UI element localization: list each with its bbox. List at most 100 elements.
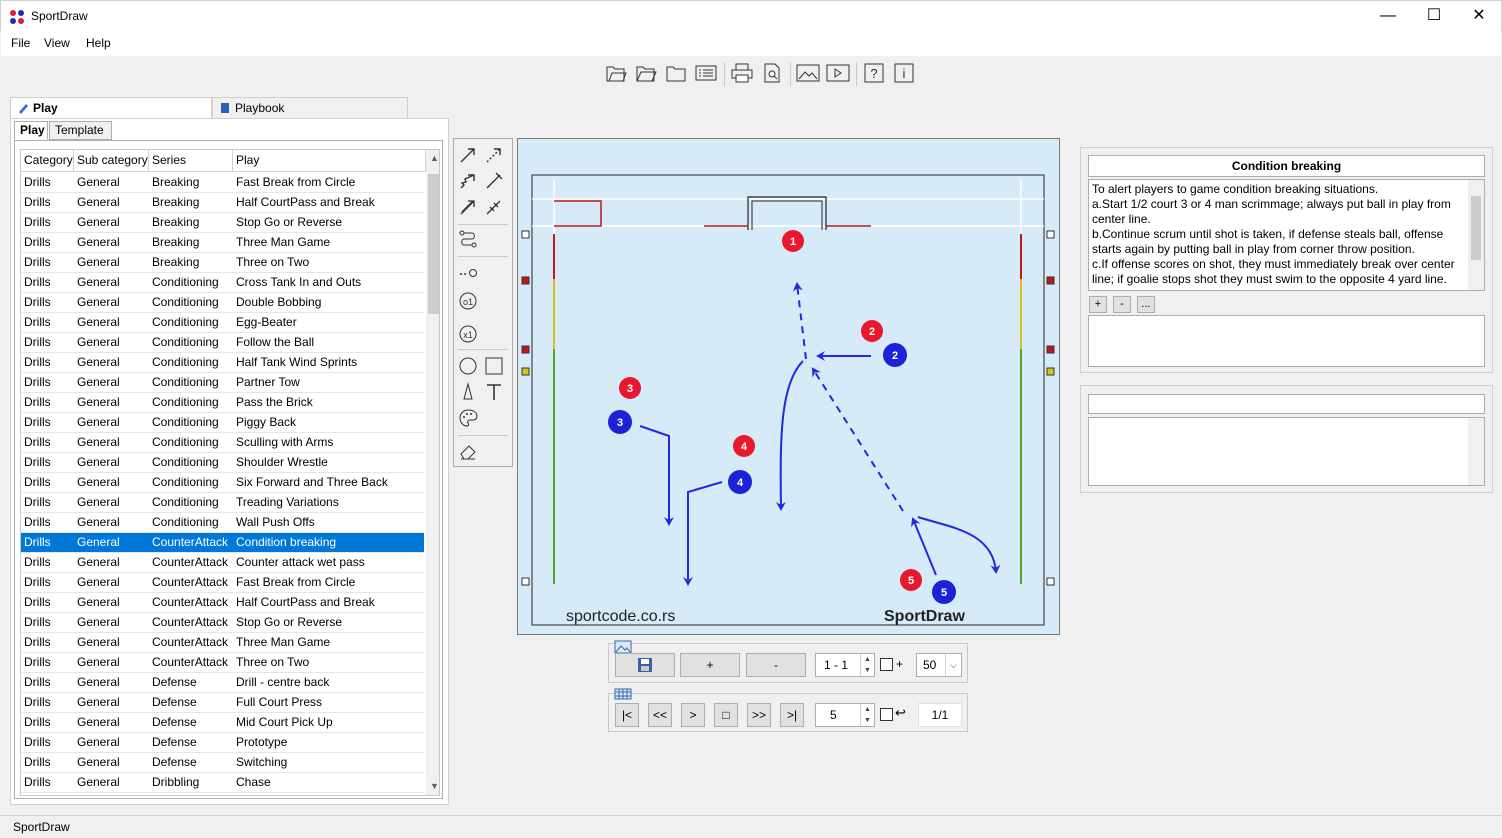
table-row[interactable]: Drills General CounterAttack Condition brea… (21, 533, 424, 553)
red-players[interactable]: 1 2 3 4 5 (619, 230, 922, 591)
table-row[interactable]: Drills General CounterAttack Half CourtPass… (21, 593, 424, 613)
table-row[interactable]: Drills General Conditioning Shoulder Wrestl… (21, 453, 424, 473)
help-icon[interactable]: ? (861, 60, 887, 86)
table-row[interactable]: Drills General Breaking Fast Break from Cir… (21, 173, 424, 193)
menu-view[interactable]: View (44, 36, 70, 50)
spin-arrows-icon[interactable]: ▲ ▼ (860, 654, 874, 676)
screen-icon[interactable] (482, 195, 506, 219)
ball-path-icon[interactable] (456, 260, 480, 284)
table-row[interactable]: Drills General Conditioning Egg-Beater (21, 313, 424, 333)
scroll-thumb[interactable] (428, 174, 439, 314)
play-title[interactable]: Condition breaking (1088, 155, 1485, 177)
maximize-button[interactable]: ☐ (1411, 1, 1457, 32)
cone-icon[interactable] (456, 380, 480, 404)
table-row[interactable]: Drills General Conditioning Pass the Brick (21, 393, 424, 413)
comment-title-input[interactable] (1088, 394, 1485, 414)
minimize-button[interactable]: — (1365, 1, 1411, 32)
repeat-checkbox[interactable] (880, 708, 893, 721)
print-preview-icon[interactable] (759, 60, 785, 86)
speed-stepper[interactable]: 5 ▲ ▼ (815, 703, 875, 727)
menu-file[interactable]: File (11, 36, 30, 50)
image-icon[interactable] (795, 60, 821, 86)
scroll-down-icon[interactable]: ▼ (426, 778, 439, 795)
column-series[interactable]: Series (149, 150, 233, 172)
table-scrollbar[interactable]: ▲ ▼ (426, 150, 439, 795)
table-row[interactable]: Drills General Defense Drill - centre back (21, 673, 424, 693)
table-row[interactable]: Drills General Conditioning Sculling with A… (21, 433, 424, 453)
table-row[interactable]: Drills General Dribbling Chase (21, 773, 424, 793)
info-icon[interactable]: i (891, 60, 917, 86)
scroll-thumb[interactable] (1471, 196, 1481, 260)
folder-icon[interactable] (663, 60, 689, 86)
chevron-down-icon[interactable]: ⌵ (945, 654, 961, 676)
column-category[interactable]: Category (21, 150, 74, 172)
table-row[interactable]: Drills General Conditioning Partner Tow (21, 373, 424, 393)
column-sub-category[interactable]: Sub category (74, 150, 149, 172)
frame-loop-checkbox[interactable] (880, 658, 893, 671)
table-row[interactable]: Drills General Breaking Three Man Game (21, 233, 424, 253)
table-row[interactable]: Drills General Defense Mid Court Pick Up (21, 713, 424, 733)
tab-play[interactable]: Play (10, 97, 212, 118)
table-row[interactable]: Drills General Conditioning Wall Push Offs (21, 513, 424, 533)
comment-scrollbar[interactable] (1468, 418, 1484, 485)
comment-textarea[interactable] (1088, 417, 1485, 486)
table-row[interactable]: Drills General Conditioning Follow the Ball (21, 333, 424, 353)
column-play[interactable]: Play (233, 150, 426, 172)
table-row[interactable]: Drills General Conditioning Treading Variat… (21, 493, 424, 513)
player-defense-icon[interactable]: x1 (456, 322, 480, 346)
subtab-template[interactable]: Template (49, 121, 112, 140)
arrow-zigzag-icon[interactable] (456, 169, 480, 193)
notes-textarea[interactable] (1088, 315, 1485, 367)
drawing-canvas[interactable]: 1 2 3 4 5 2 3 4 5 sportcode.co.rs SportD… (517, 138, 1060, 635)
first-frame-button[interactable]: |< (615, 703, 639, 727)
remove-note-button[interactable]: - (1113, 296, 1131, 313)
frame-range-stepper[interactable]: 1 - 1 ▲ ▼ (815, 653, 875, 677)
stop-button[interactable]: □ (714, 703, 738, 727)
add-frame-button[interactable]: + (680, 653, 740, 677)
video-icon[interactable] (825, 60, 851, 86)
table-row[interactable]: Drills General CounterAttack Fast Break fro… (21, 573, 424, 593)
table-row[interactable]: Drills General Conditioning Piggy Back (21, 413, 424, 433)
eraser-icon[interactable] (456, 439, 480, 463)
palette-icon[interactable] (456, 406, 480, 430)
table-row[interactable]: Drills General Breaking Stop Go or Reverse (21, 213, 424, 233)
play-button[interactable]: > (681, 703, 705, 727)
circle-icon[interactable] (456, 354, 480, 378)
table-row[interactable]: Drills General Conditioning Cross Tank In a… (21, 273, 424, 293)
arrow-double-icon[interactable] (456, 195, 480, 219)
rectangle-icon[interactable] (482, 354, 506, 378)
arrow-block-icon[interactable] (482, 169, 506, 193)
remove-frame-button[interactable]: - (746, 653, 806, 677)
zoom-select[interactable]: 50 ⌵ (916, 653, 962, 677)
arrow-dashed-icon[interactable] (482, 143, 506, 167)
more-button[interactable]: ... (1137, 296, 1155, 313)
table-row[interactable]: Drills General CounterAttack Three on Two (21, 653, 424, 673)
table-row[interactable]: Drills General Defense Full Court Press (21, 693, 424, 713)
arrow-solid-icon[interactable] (456, 143, 480, 167)
list-icon[interactable] (693, 60, 719, 86)
table-row[interactable]: Drills General CounterAttack Stop Go or Rev… (21, 613, 424, 633)
table-row[interactable]: Drills General Defense Switching (21, 753, 424, 773)
play-description[interactable]: To alert players to game condition break… (1088, 179, 1485, 291)
table-row[interactable]: Drills General Conditioning Six Forward and… (21, 473, 424, 493)
open-file-icon[interactable] (603, 60, 629, 86)
table-row[interactable]: Drills General CounterAttack Counter attack… (21, 553, 424, 573)
description-scrollbar[interactable] (1468, 180, 1484, 290)
add-note-button[interactable]: + (1089, 296, 1107, 313)
subtab-play[interactable]: Play (14, 121, 48, 140)
menu-help[interactable]: Help (86, 36, 111, 50)
fast-forward-button[interactable]: >> (747, 703, 771, 727)
print-icon[interactable] (729, 60, 755, 86)
table-row[interactable]: Drills General Conditioning Half Tank Wind … (21, 353, 424, 373)
table-row[interactable]: Drills General Breaking Half CourtPass and … (21, 193, 424, 213)
last-frame-button[interactable]: >| (780, 703, 804, 727)
close-button[interactable]: ✕ (1456, 1, 1502, 32)
pool-diagram[interactable]: 1 2 3 4 5 2 3 4 5 sportcode.co.rs SportD… (518, 139, 1059, 634)
curve-icon[interactable] (456, 227, 480, 251)
tab-playbook[interactable]: Playbook (212, 97, 408, 118)
open-folder-icon[interactable] (633, 60, 659, 86)
table-row[interactable]: Drills General Defense Prototype (21, 733, 424, 753)
save-frame-button[interactable] (615, 653, 675, 677)
text-icon[interactable] (482, 380, 506, 404)
table-row[interactable]: Drills General CounterAttack Three Man Game (21, 633, 424, 653)
